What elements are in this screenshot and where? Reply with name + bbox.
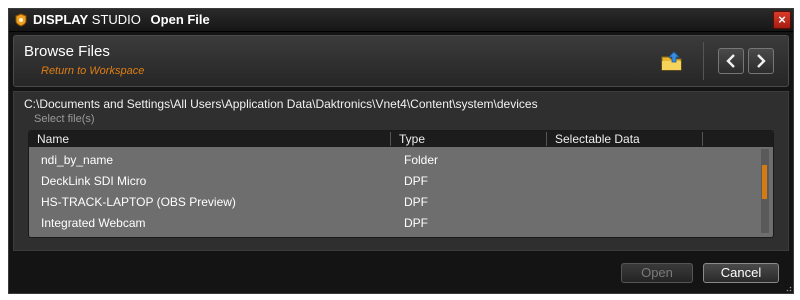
chevron-left-icon [726,54,735,68]
select-files-label: Select file(s) [34,113,95,125]
resize-grip-icon[interactable] [784,284,792,292]
back-button[interactable] [718,48,744,74]
display-studio-logo-icon [15,13,27,27]
column-header-name[interactable]: Name [29,132,391,146]
vertical-scrollbar[interactable] [761,149,769,233]
return-to-workspace-link[interactable]: Return to Workspace [41,65,144,77]
open-button[interactable]: Open [621,263,693,283]
title-bar[interactable]: DISPLAY STUDIO Open File × [9,9,793,32]
header-divider [703,42,704,80]
close-icon: × [778,12,786,27]
browse-content: C:\Documents and Settings\All Users\Appl… [13,91,789,251]
table-row[interactable]: DeckLink SDI Micro DPF [29,171,755,191]
cancel-button[interactable]: Cancel [703,263,779,283]
window-title: DISPLAY STUDIO Open File [33,12,210,27]
brand-name: DISPLAY [33,12,89,27]
row-name: Integrated Webcam [41,216,146,230]
dialog-title: Open File [150,12,210,27]
brand-sub: STUDIO [91,12,141,27]
column-header-empty [703,132,773,146]
scrollbar-thumb[interactable] [762,165,767,199]
row-type: DPF [404,216,428,230]
current-path: C:\Documents and Settings\All Users\Appl… [24,97,538,111]
open-file-dialog: DISPLAY STUDIO Open File × Browse Files … [8,8,794,294]
page-title: Browse Files [24,43,110,60]
folder-up-icon[interactable] [660,50,684,72]
row-name: HS-TRACK-LAPTOP (OBS Preview) [41,195,236,209]
chevron-right-icon [757,54,766,68]
row-name: ndi_by_name [41,153,114,167]
table-row[interactable]: Integrated Webcam DPF [29,213,755,233]
forward-button[interactable] [748,48,774,74]
close-button[interactable]: × [773,11,791,29]
file-list: Name Type Selectable Data ndi_by_name Fo… [28,130,774,238]
row-type: DPF [404,195,428,209]
table-row[interactable]: HS-TRACK-LAPTOP (OBS Preview) DPF [29,192,755,212]
file-list-header: Name Type Selectable Data [29,131,773,147]
browse-header: Browse Files Return to Workspace [13,35,789,87]
row-type: DPF [404,174,428,188]
row-name: DeckLink SDI Micro [41,174,147,188]
column-header-type[interactable]: Type [391,132,547,146]
table-row[interactable]: ndi_by_name Folder [29,150,755,170]
row-type: Folder [404,153,439,167]
column-header-selectable-data[interactable]: Selectable Data [547,132,703,146]
